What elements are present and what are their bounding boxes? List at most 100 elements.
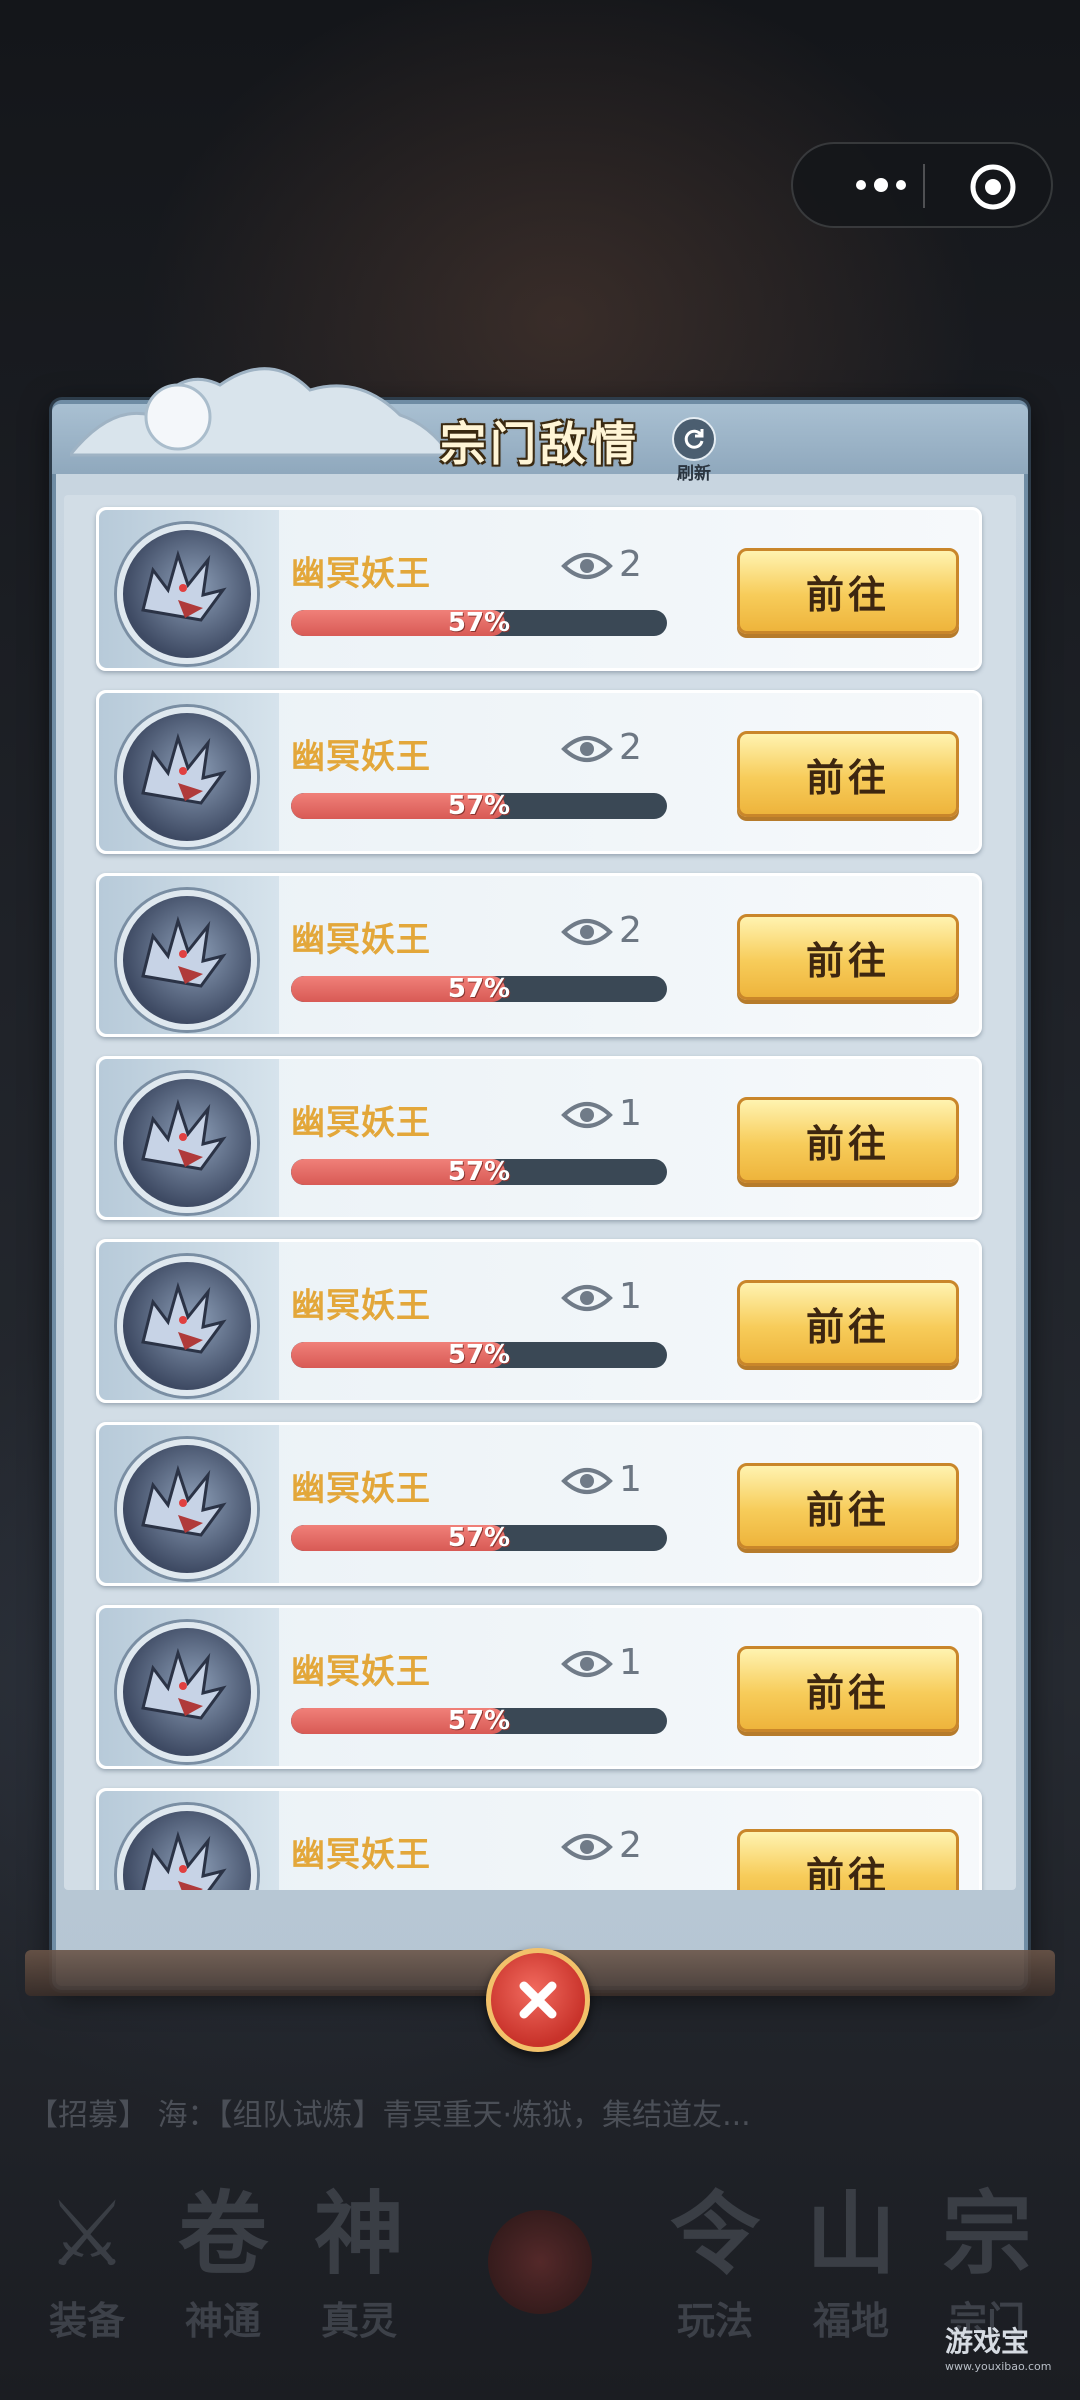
nav-label: 福地 (812, 2299, 889, 2343)
goto-button[interactable]: 前往 (737, 914, 959, 1000)
boss-avatar (117, 524, 257, 664)
eye-icon (561, 1468, 613, 1494)
boss-avatar (117, 1439, 257, 1579)
enemy-row: 幽冥妖王 2 57% 前往 (96, 1788, 982, 1890)
wolf-demon-icon (141, 549, 227, 622)
goto-button[interactable]: 前往 (737, 1280, 959, 1366)
enemy-name: 幽冥妖王 (291, 1835, 431, 1875)
wolf-demon-icon (141, 1281, 227, 1354)
health-percent: 57% (447, 1525, 511, 1551)
refresh-button[interactable]: 刷新 (670, 417, 718, 487)
enemy-row: 幽冥妖王 2 57% 前往 (96, 873, 982, 1037)
enemy-name: 幽冥妖王 (291, 554, 431, 594)
health-percent: 57% (447, 1159, 511, 1185)
eye-icon (561, 1102, 613, 1128)
eye-icon (561, 736, 613, 762)
nav-item[interactable]: ⚔ 装备 (22, 2180, 152, 2380)
viewer-count: 1 (619, 1459, 642, 1500)
viewer-count: 2 (619, 1825, 642, 1866)
goto-button[interactable]: 前往 (737, 1829, 959, 1890)
wolf-demon-icon (141, 915, 227, 988)
nav-item[interactable]: 卷 神通 (158, 2180, 288, 2380)
refresh-icon (672, 417, 716, 461)
bottom-navigation: ⚔ 装备卷 神通神 真灵令 玩法山 福地宗 宗门 (0, 2180, 1080, 2400)
enemy-row: 幽冥妖王 2 57% 前往 (96, 690, 982, 854)
boss-health-bar: 57% (291, 976, 667, 1002)
nav-icon: ⚔ (46, 2182, 128, 2287)
enemy-name: 幽冥妖王 (291, 737, 431, 777)
nav-icon: 神 (314, 2182, 404, 2287)
viewer-count: 1 (619, 1642, 642, 1683)
nav-label: 玩法 (676, 2299, 753, 2343)
wolf-demon-icon (141, 1647, 227, 1720)
nav-item[interactable]: 令 玩法 (650, 2180, 780, 2380)
enemy-row: 幽冥妖王 1 57% 前往 (96, 1422, 982, 1586)
enemy-row: 幽冥妖王 2 57% 前往 (96, 507, 982, 671)
wolf-demon-icon (141, 732, 227, 805)
boss-avatar (117, 1073, 257, 1213)
boss-health-bar: 57% (291, 610, 667, 636)
nav-icon: 卷 (178, 2182, 268, 2287)
nav-icon: 令 (670, 2182, 760, 2287)
nav-icon: 山 (806, 2182, 896, 2287)
watermark: 游戏宝 www.youxibao.com (945, 2325, 1052, 2373)
boss-health-bar: 57% (291, 793, 667, 819)
eye-icon (561, 1651, 613, 1677)
refresh-label: 刷新 (677, 464, 711, 484)
eye-icon (561, 1285, 613, 1311)
health-percent: 57% (447, 976, 511, 1002)
wolf-demon-icon (141, 1098, 227, 1171)
nav-item[interactable]: 山 福地 (786, 2180, 916, 2380)
enemy-name: 幽冥妖王 (291, 1469, 431, 1509)
goto-button[interactable]: 前往 (737, 548, 959, 634)
enemy-name: 幽冥妖王 (291, 920, 431, 960)
eye-icon (561, 553, 613, 579)
nav-label: 装备 (48, 2299, 125, 2343)
nav-label: 真灵 (320, 2299, 397, 2343)
goto-button[interactable]: 前往 (737, 1646, 959, 1732)
enemy-name: 幽冥妖王 (291, 1652, 431, 1692)
chat-message[interactable]: 【招募】 海：【组队试炼】青冥重天·炼狱，集结道友... (28, 2090, 751, 2134)
enemy-name: 幽冥妖王 (291, 1286, 431, 1326)
health-percent: 57% (447, 1708, 511, 1734)
health-percent: 57% (447, 610, 511, 636)
viewer-count: 2 (619, 910, 642, 951)
goto-button[interactable]: 前往 (737, 1463, 959, 1549)
capsule-divider (923, 164, 925, 208)
close-button[interactable] (486, 1948, 590, 2052)
boss-avatar (117, 890, 257, 1030)
enemy-list[interactable]: 幽冥妖王 2 57% 前往 幽冥妖王 2 57% 前往 幽冥妖王 2 57% 前… (64, 495, 1016, 1890)
boss-health-bar: 57% (291, 1159, 667, 1185)
enemy-row: 幽冥妖王 1 57% 前往 (96, 1239, 982, 1403)
nav-label: 神通 (184, 2299, 261, 2343)
miniprogram-capsule (791, 142, 1053, 228)
close-icon (519, 1981, 557, 2019)
boss-avatar (117, 1622, 257, 1762)
boss-health-bar: 57% (291, 1708, 667, 1734)
boss-avatar (117, 707, 257, 847)
eye-icon (561, 1834, 613, 1860)
wolf-demon-icon (141, 1830, 227, 1890)
viewer-count: 2 (619, 727, 642, 768)
center-nav-icon[interactable] (488, 2210, 592, 2314)
health-percent: 57% (447, 793, 511, 819)
nav-icon: 宗 (942, 2182, 1032, 2287)
close-miniprogram-icon[interactable] (968, 162, 1018, 212)
viewer-count: 1 (619, 1276, 642, 1317)
health-percent: 57% (447, 1342, 511, 1368)
panel-title: 宗门敌情 (440, 417, 640, 471)
eye-icon (561, 919, 613, 945)
boss-avatar (117, 1256, 257, 1396)
goto-button[interactable]: 前往 (737, 731, 959, 817)
more-menu-icon[interactable] (831, 144, 931, 226)
enemy-row: 幽冥妖王 1 57% 前往 (96, 1056, 982, 1220)
goto-button[interactable]: 前往 (737, 1097, 959, 1183)
viewer-count: 2 (619, 544, 642, 585)
nav-item[interactable]: 神 真灵 (294, 2180, 424, 2380)
boss-health-bar: 57% (291, 1342, 667, 1368)
viewer-count: 1 (619, 1093, 642, 1134)
wolf-demon-icon (141, 1464, 227, 1537)
enemy-name: 幽冥妖王 (291, 1103, 431, 1143)
boss-avatar (117, 1805, 257, 1890)
enemy-row: 幽冥妖王 1 57% 前往 (96, 1605, 982, 1769)
